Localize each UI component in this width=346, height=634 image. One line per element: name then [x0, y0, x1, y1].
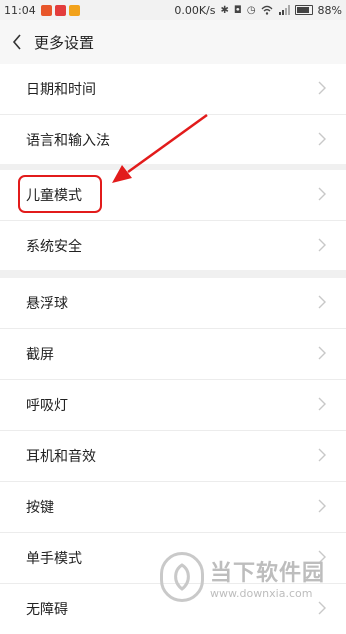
setting-label: 系统安全 — [26, 239, 82, 255]
setting-label: 截屏 — [26, 347, 54, 363]
chevron-right-icon — [318, 187, 326, 201]
chevron-right-icon — [318, 448, 326, 462]
watermark-title: 当下软件园 — [210, 560, 326, 586]
chevron-right-icon — [318, 499, 326, 513]
notification-app-icon — [54, 4, 66, 16]
net-speed: 0.00K/s — [174, 3, 216, 17]
chevron-right-icon — [318, 346, 326, 360]
setting-date-time[interactable]: 日期和时间 — [0, 64, 346, 115]
battery-icon — [294, 5, 313, 15]
chevron-right-icon — [318, 238, 326, 252]
setting-label: 无障碍 — [26, 602, 68, 618]
notification-app-icon — [40, 4, 52, 16]
status-bar: 11:04 0.00K/s ✱ ◘ ◷ 88% — [0, 0, 346, 20]
settings-group-1: 日期和时间 语言和输入法 — [0, 64, 346, 165]
watermark-url: www.downxia.com — [210, 586, 313, 600]
watermark-logo — [160, 552, 204, 602]
setting-label: 耳机和音效 — [26, 449, 96, 465]
setting-floating-ball[interactable]: 悬浮球 — [0, 278, 346, 329]
chevron-right-icon — [318, 81, 326, 95]
setting-label: 单手模式 — [26, 551, 82, 567]
notification-app-icon — [68, 4, 80, 16]
chevron-left-icon[interactable] — [0, 20, 34, 64]
setting-notification-light[interactable]: 呼吸灯 — [0, 380, 346, 431]
notification-icons — [40, 4, 80, 16]
battery-text: 88% — [317, 3, 342, 17]
setting-label: 日期和时间 — [26, 82, 96, 98]
setting-label: 语言和输入法 — [26, 133, 110, 149]
alarm-icon: ◷ — [246, 4, 256, 16]
mute-icon: ◘ — [233, 4, 242, 16]
highlight-box — [18, 175, 102, 213]
watermark: 当下软件园 www.downxia.com — [160, 540, 346, 614]
setting-language-input[interactable]: 语言和输入法 — [0, 115, 346, 165]
chevron-right-icon — [318, 295, 326, 309]
setting-label: 悬浮球 — [26, 296, 68, 312]
setting-label: 按键 — [26, 500, 54, 516]
bluetooth-icon: ✱ — [220, 4, 229, 16]
setting-screenshot[interactable]: 截屏 — [0, 329, 346, 380]
chevron-right-icon — [318, 397, 326, 411]
setting-buttons[interactable]: 按键 — [0, 482, 346, 533]
wifi-icon — [261, 5, 273, 15]
title-bar: 更多设置 — [0, 20, 346, 65]
setting-system-security[interactable]: 系统安全 — [0, 221, 346, 271]
signal-icon — [278, 5, 290, 15]
status-time: 11:04 — [4, 3, 36, 17]
page-title: 更多设置 — [34, 33, 95, 52]
chevron-right-icon — [318, 132, 326, 146]
setting-label: 呼吸灯 — [26, 398, 68, 414]
setting-headphones-audio[interactable]: 耳机和音效 — [0, 431, 346, 482]
